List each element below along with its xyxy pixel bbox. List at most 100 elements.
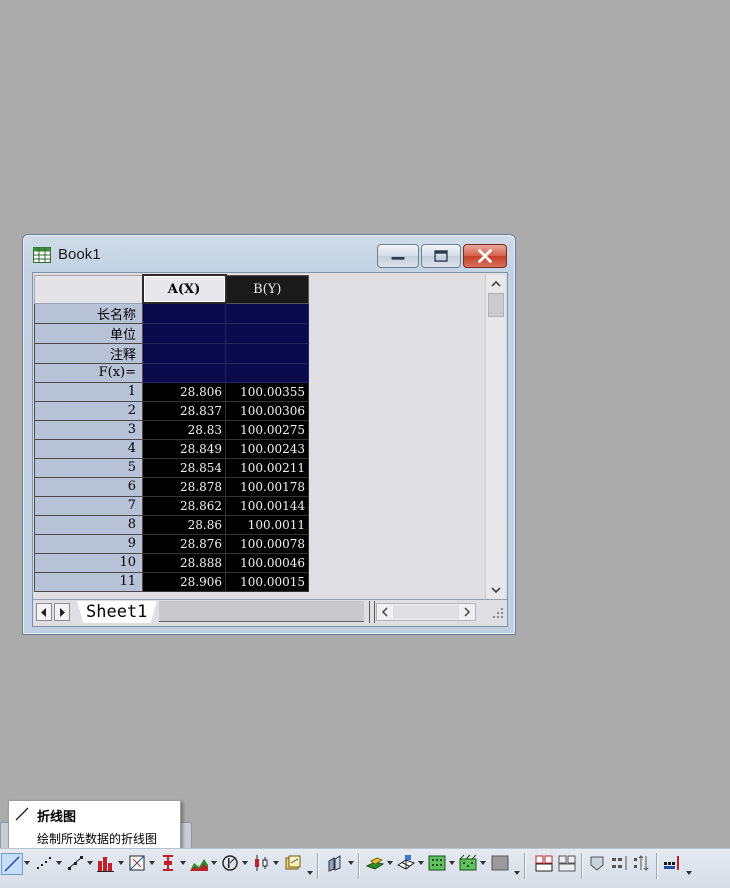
- meta-cell[interactable]: [225, 362, 309, 383]
- box-chart-button[interactable]: [127, 853, 147, 875]
- row-header-formula[interactable]: F(x)=: [34, 362, 143, 383]
- resize-grip-icon[interactable]: [489, 604, 505, 620]
- cell-a[interactable]: 28.86: [142, 514, 226, 535]
- row-number[interactable]: 10: [34, 552, 143, 573]
- line-plot-button[interactable]: [1, 853, 23, 875]
- horizontal-scrollbar[interactable]: [376, 603, 476, 621]
- meta-cell[interactable]: [142, 302, 226, 324]
- scroll-thumb[interactable]: [488, 293, 504, 317]
- 3d-surface-button[interactable]: [365, 853, 385, 875]
- row-number[interactable]: 2: [34, 400, 143, 421]
- cell-b[interactable]: 100.00211: [225, 457, 309, 478]
- row-number[interactable]: 7: [34, 495, 143, 516]
- mask-button[interactable]: [587, 853, 607, 875]
- cell-b[interactable]: 100.0011: [225, 514, 309, 535]
- grid-corner[interactable]: [34, 274, 143, 304]
- column-header-b[interactable]: B(Y): [225, 274, 309, 304]
- error-bar-button[interactable]: [158, 853, 178, 875]
- meta-cell[interactable]: [225, 322, 309, 344]
- maximize-button[interactable]: [421, 244, 461, 268]
- chevron-down-icon[interactable]: [56, 861, 62, 865]
- chevron-down-icon[interactable]: [118, 861, 124, 865]
- close-button[interactable]: [463, 244, 507, 268]
- row-number[interactable]: 3: [34, 419, 143, 440]
- worksheet-grid[interactable]: A(X) B(Y) 长名称 单位 注释 F(x)= 1 28.806 100.0…: [34, 274, 309, 592]
- chevron-down-icon[interactable]: [242, 861, 248, 865]
- scroll-right-icon[interactable]: [461, 606, 473, 618]
- chevron-down-icon[interactable]: [480, 861, 486, 865]
- chevron-down-icon[interactable]: [348, 861, 354, 865]
- bar-set-button[interactable]: [662, 853, 682, 875]
- cell-b[interactable]: 100.00355: [225, 381, 309, 402]
- cell-a[interactable]: 28.862: [142, 495, 226, 516]
- hlc-button[interactable]: [251, 853, 271, 875]
- row-number[interactable]: 11: [34, 571, 143, 592]
- cell-b[interactable]: 100.00275: [225, 419, 309, 440]
- row-number[interactable]: 4: [34, 438, 143, 459]
- cell-b[interactable]: 100.00078: [225, 533, 309, 554]
- chevron-down-icon[interactable]: [87, 861, 93, 865]
- 3d-wire-button[interactable]: [396, 853, 416, 875]
- row-number[interactable]: 6: [34, 476, 143, 497]
- scatter-button[interactable]: [34, 853, 54, 875]
- cell-a[interactable]: 28.837: [142, 400, 226, 421]
- tab-splitter[interactable]: [369, 601, 375, 623]
- cell-b[interactable]: 100.00015: [225, 571, 309, 592]
- tab-prev-button[interactable]: [36, 603, 52, 621]
- merge-graph-button[interactable]: [534, 853, 554, 875]
- chevron-down-icon[interactable]: [387, 861, 393, 865]
- h-scroll-thumb[interactable]: [393, 605, 459, 619]
- chevron-down-icon[interactable]: [307, 871, 313, 875]
- tab-sheet1[interactable]: Sheet1: [77, 601, 157, 623]
- chevron-down-icon[interactable]: [24, 861, 30, 865]
- chevron-down-icon[interactable]: [449, 861, 455, 865]
- row-number[interactable]: 8: [34, 514, 143, 535]
- heatmap-button[interactable]: [458, 853, 478, 875]
- tab-next-button[interactable]: [54, 603, 70, 621]
- cell-a[interactable]: 28.888: [142, 552, 226, 573]
- contour-button[interactable]: [427, 853, 447, 875]
- template-library-button[interactable]: [283, 853, 303, 875]
- cell-a[interactable]: 28.806: [142, 381, 226, 402]
- meta-cell[interactable]: [142, 322, 226, 344]
- polar-button[interactable]: [220, 853, 240, 875]
- meta-cell[interactable]: [225, 342, 309, 364]
- window-titlebar[interactable]: Book1: [23, 235, 515, 275]
- chevron-down-icon[interactable]: [180, 861, 186, 865]
- cell-b[interactable]: 100.00144: [225, 495, 309, 516]
- area-button[interactable]: [189, 853, 209, 875]
- scroll-down-icon[interactable]: [489, 583, 503, 597]
- worksheet-area[interactable]: A(X) B(Y) 长名称 单位 注释 F(x)= 1 28.806 100.0…: [32, 272, 508, 627]
- chevron-down-icon[interactable]: [514, 871, 520, 875]
- stack-button[interactable]: [610, 853, 630, 875]
- cell-b[interactable]: 100.00243: [225, 438, 309, 459]
- book-window[interactable]: Book1 A(X) B(Y) 长名称 单位 注释 F(x)= 1 28.806…: [22, 234, 516, 635]
- chevron-down-icon[interactable]: [273, 861, 279, 865]
- scroll-up-icon[interactable]: [489, 277, 503, 291]
- cell-a[interactable]: 28.906: [142, 571, 226, 592]
- meta-cell[interactable]: [142, 362, 226, 383]
- row-number[interactable]: 5: [34, 457, 143, 478]
- chevron-down-icon[interactable]: [686, 871, 692, 875]
- chevron-down-icon[interactable]: [418, 861, 424, 865]
- row-number[interactable]: 9: [34, 533, 143, 554]
- chevron-down-icon[interactable]: [211, 861, 217, 865]
- column-header-a[interactable]: A(X): [141, 274, 227, 304]
- cell-b[interactable]: 100.00178: [225, 476, 309, 497]
- layer-graph-button[interactable]: [557, 853, 577, 875]
- row-header-comments[interactable]: 注释: [34, 342, 143, 364]
- column-button[interactable]: [96, 853, 116, 875]
- cell-a[interactable]: 28.876: [142, 533, 226, 554]
- meta-cell[interactable]: [142, 342, 226, 364]
- row-number[interactable]: 1: [34, 381, 143, 402]
- minimize-button[interactable]: [377, 244, 419, 268]
- cell-a[interactable]: 28.849: [142, 438, 226, 459]
- cell-a[interactable]: 28.83: [142, 419, 226, 440]
- scroll-left-icon[interactable]: [379, 606, 391, 618]
- 3d-bars-button[interactable]: [326, 853, 346, 875]
- meta-cell[interactable]: [225, 302, 309, 324]
- cell-a[interactable]: 28.854: [142, 457, 226, 478]
- cell-b[interactable]: 100.00306: [225, 400, 309, 421]
- row-header-long-name[interactable]: 长名称: [34, 302, 143, 324]
- chevron-down-icon[interactable]: [149, 861, 155, 865]
